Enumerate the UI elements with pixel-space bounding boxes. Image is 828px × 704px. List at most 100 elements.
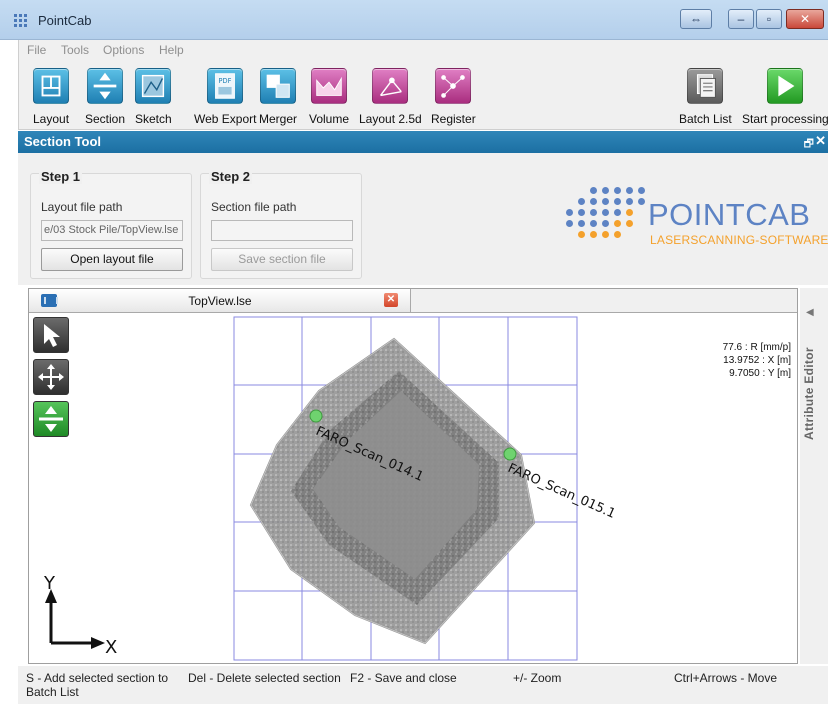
tool-batch-list-label: Batch List — [679, 112, 732, 126]
close-window-button[interactable]: ✕ — [786, 9, 824, 29]
layout-path-field[interactable]: e/03 Stock Pile/TopView.lse — [41, 220, 183, 241]
logo-dot — [590, 198, 597, 205]
logo-dot — [590, 187, 597, 194]
tool-volume-label: Volume — [309, 112, 350, 126]
pointcab-logo: POINTCAB LASERSCANNING-SOFTWARE — [566, 183, 828, 263]
tool-register[interactable]: Register — [431, 68, 476, 126]
logo-dot — [602, 187, 609, 194]
logo-dot — [590, 231, 597, 238]
attribute-editor-label[interactable]: Attribute Editor — [802, 347, 816, 440]
axis-y-label: Y — [43, 573, 56, 594]
section-path-field[interactable] — [211, 220, 353, 241]
logo-dot — [614, 231, 621, 238]
tool-register-label: Register — [431, 112, 476, 126]
section-icon — [39, 406, 63, 432]
tool-layout-label: Layout — [33, 112, 70, 126]
merger-icon — [260, 68, 296, 104]
y-readout: 9.7050 : Y [m] — [729, 368, 791, 379]
status-move: Ctrl+Arrows - Move — [674, 671, 778, 685]
tool-start-processing-label: Start processing — [742, 112, 828, 126]
scan-point-014[interactable] — [309, 409, 323, 423]
play-icon — [767, 68, 804, 104]
tab-title: TopView.lse — [188, 294, 252, 308]
logo-dot — [614, 198, 621, 205]
tool-sketch[interactable]: Sketch — [135, 68, 172, 126]
logo-dot — [626, 209, 633, 216]
section-tool-panel: Step 1 Layout file path e/03 Stock Pile/… — [18, 153, 828, 285]
tool-start-processing[interactable]: Start processing — [742, 68, 828, 126]
tool-layout-2-5d-label: Layout 2.5d — [359, 112, 422, 126]
axis-x-label: X — [105, 637, 117, 658]
resolution-readout: 77.6 : R [mm/p] — [722, 342, 791, 353]
scan-point-015[interactable] — [503, 447, 517, 461]
save-section-file-button[interactable]: Save section file — [211, 248, 353, 271]
tabbar-empty — [411, 289, 797, 313]
status-zoom: +/- Zoom — [513, 671, 562, 685]
logo-dot — [578, 209, 585, 216]
volume-icon — [311, 68, 348, 104]
float-panel-icon[interactable]: 🗗 — [804, 135, 814, 154]
section-tool-button[interactable] — [33, 401, 69, 437]
logo-dot — [602, 198, 609, 205]
minimize-button[interactable]: – — [728, 9, 754, 29]
tool-section[interactable]: Section — [85, 68, 125, 126]
logo-dot — [566, 220, 573, 227]
logo-tagline: LASERSCANNING-SOFTWARE — [650, 233, 828, 247]
logo-dot — [602, 231, 609, 238]
logo-dot — [626, 187, 633, 194]
tool-web-export[interactable]: PDF Web Export — [194, 68, 256, 126]
close-panel-icon[interactable]: ✕ — [815, 133, 826, 149]
step1-group: Step 1 Layout file path e/03 Stock Pile/… — [30, 169, 192, 279]
open-layout-file-button[interactable]: Open layout file — [41, 248, 183, 271]
window-title: PointCab — [38, 13, 92, 28]
section-icon — [87, 68, 124, 104]
step1-title: Step 1 — [39, 169, 83, 184]
layout-2-5d-icon — [372, 68, 409, 104]
document-tab[interactable]: TopView.lse ✕ — [29, 289, 411, 313]
logo-dot — [602, 209, 609, 216]
layout-icon — [33, 68, 70, 104]
tool-volume[interactable]: Volume — [309, 68, 349, 126]
scan-view[interactable]: FARO_Scan_014.1 FARO_Scan_015.1 Y X — [29, 313, 797, 663]
menu-options[interactable]: Options — [103, 43, 144, 57]
tool-merger[interactable]: Merger — [259, 68, 297, 126]
menu-tools[interactable]: Tools — [61, 43, 89, 57]
status-add-section: S - Add selected section to Batch List — [26, 671, 169, 699]
tool-batch-list[interactable]: Batch List — [679, 68, 732, 126]
tool-web-export-label: Web Export — [194, 112, 257, 126]
scan-canvas[interactable]: FARO_Scan_014.1 FARO_Scan_015.1 Y X 77.6… — [29, 313, 797, 663]
step2-title: Step 2 — [209, 169, 253, 184]
section-tool-header: Section Tool 🗗 ✕ — [18, 131, 828, 153]
register-icon — [435, 68, 472, 104]
logo-dot — [578, 198, 585, 205]
logo-dot — [602, 220, 609, 227]
tool-sketch-label: Sketch — [135, 112, 172, 126]
expand-arrow-icon[interactable]: ◀ — [806, 307, 814, 318]
layout-path-label: Layout file path — [41, 200, 123, 214]
sketch-icon — [135, 68, 172, 104]
logo-dot — [638, 187, 645, 194]
maximize-button[interactable]: ▫ — [756, 9, 782, 29]
document-area: TopView.lse ✕ FARO_Scan_014.1 FARO_Scan_… — [28, 288, 798, 664]
menu-file[interactable]: File — [27, 43, 46, 57]
attribute-editor-strip[interactable] — [800, 288, 828, 664]
logo-dot — [578, 220, 585, 227]
section-path-label: Section file path — [211, 200, 297, 214]
menu-bar: File Tools Options Help — [18, 40, 828, 60]
pan-tool-button[interactable] — [33, 359, 69, 395]
select-tool-button[interactable] — [33, 317, 69, 353]
snap-button[interactable]: ⇔ — [680, 9, 712, 29]
logo-dot — [614, 220, 621, 227]
tool-layout-2-5d[interactable]: Layout 2.5d — [359, 68, 422, 126]
status-bar: S - Add selected section to Batch List D… — [18, 666, 828, 704]
logo-dot — [626, 198, 633, 205]
logo-dot — [590, 220, 597, 227]
window-title-bar: PointCab ⇔ – ▫ ✕ — [0, 0, 828, 40]
logo-dot — [638, 198, 645, 205]
x-readout: 13.9752 : X [m] — [723, 355, 791, 366]
tool-layout[interactable]: Layout — [33, 68, 69, 126]
menu-help[interactable]: Help — [159, 43, 184, 57]
section-tool-title: Section Tool — [24, 134, 102, 149]
close-tab-icon[interactable]: ✕ — [384, 293, 398, 307]
move-icon — [38, 364, 64, 390]
